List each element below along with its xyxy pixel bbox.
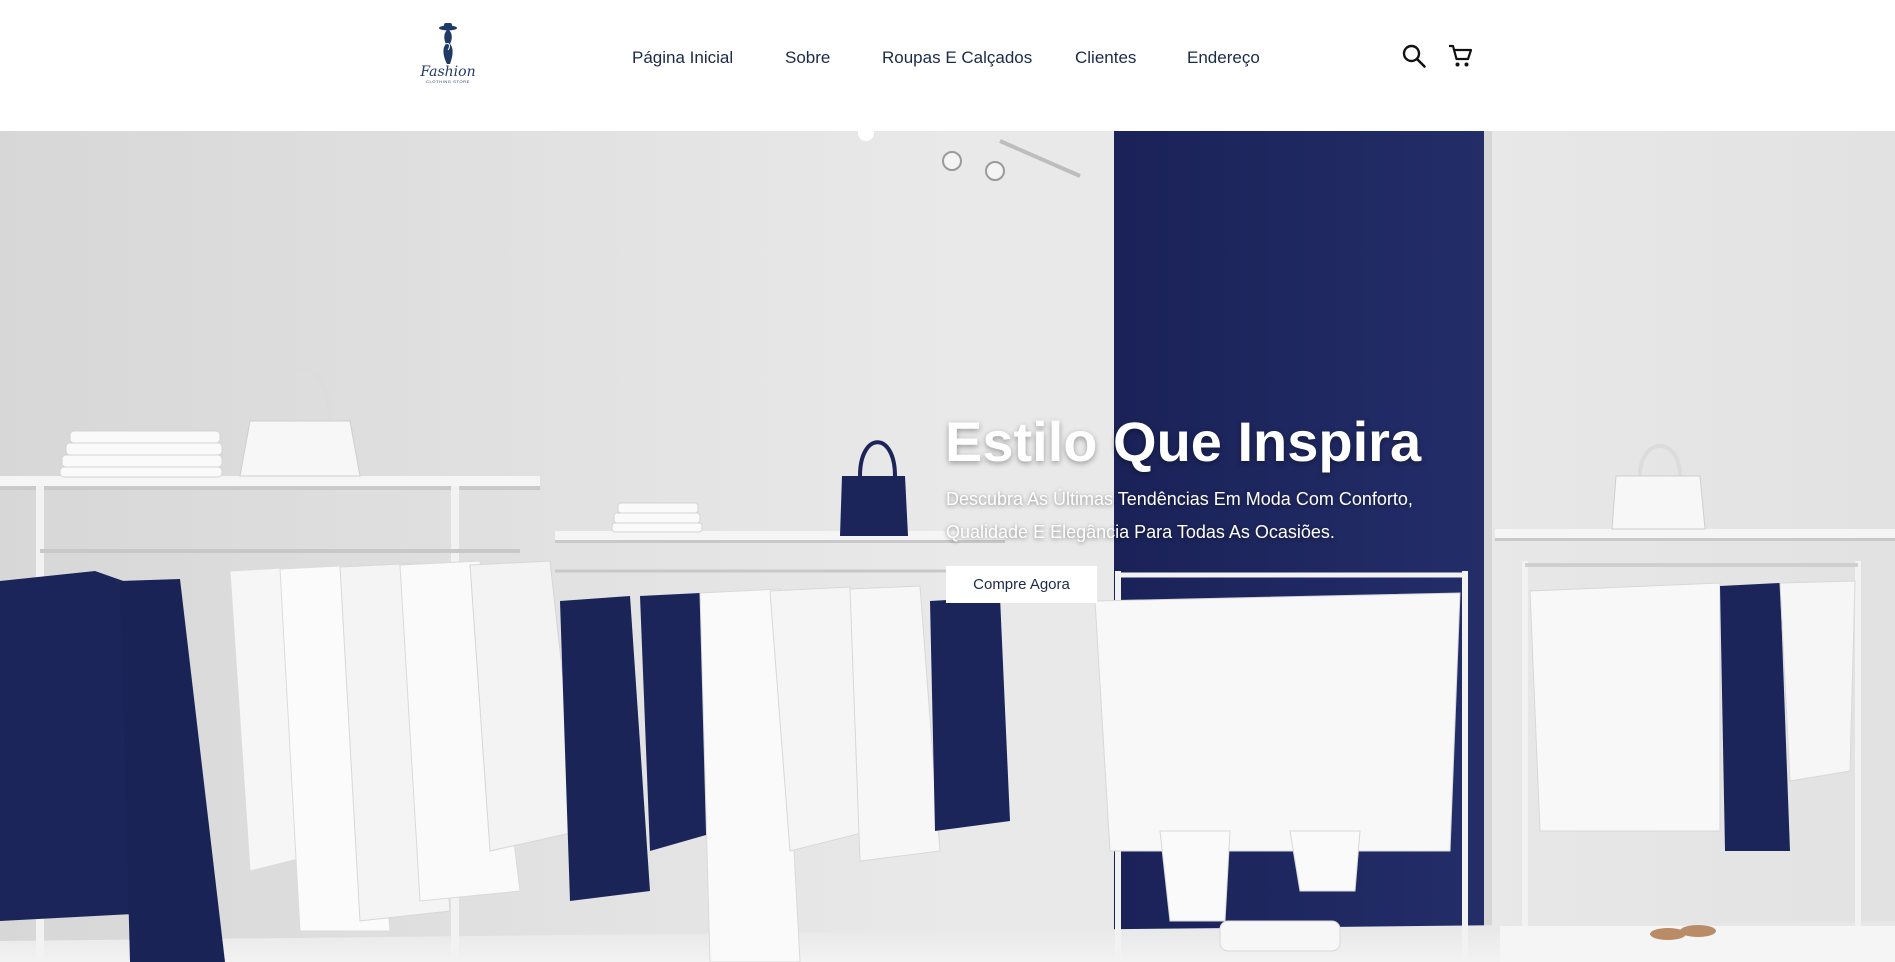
site-header: Fashion CLOTHING STORE Página Inicial So… [0,0,1895,131]
brand-logo[interactable]: Fashion CLOTHING STORE [416,22,480,90]
hero-banner: Estilo Que Inspira Descubra As Últimas T… [0,131,1895,962]
nav-link-home[interactable]: Página Inicial [632,48,733,68]
nav-link-about[interactable]: Sobre [785,48,830,68]
hero-title: Estilo Que Inspira [945,410,1422,473]
search-icon [1402,44,1426,68]
search-button[interactable] [1400,42,1428,70]
shop-now-button[interactable]: Compre Agora [946,566,1097,603]
logo-subtitle: CLOTHING STORE [426,79,470,84]
logo-wordmark: Fashion [420,64,476,80]
nav-link-customers[interactable]: Clientes [1075,48,1136,68]
cart-button[interactable] [1446,42,1474,70]
fashion-figure-icon [439,23,457,64]
hero-description: Descubra As Últimas Tendências Em Moda C… [946,489,1413,542]
nav-link-address[interactable]: Endereço [1187,48,1260,68]
nav-link-clothing-shoes[interactable]: Roupas E Calçados [882,48,1032,68]
cart-icon [1449,44,1473,67]
